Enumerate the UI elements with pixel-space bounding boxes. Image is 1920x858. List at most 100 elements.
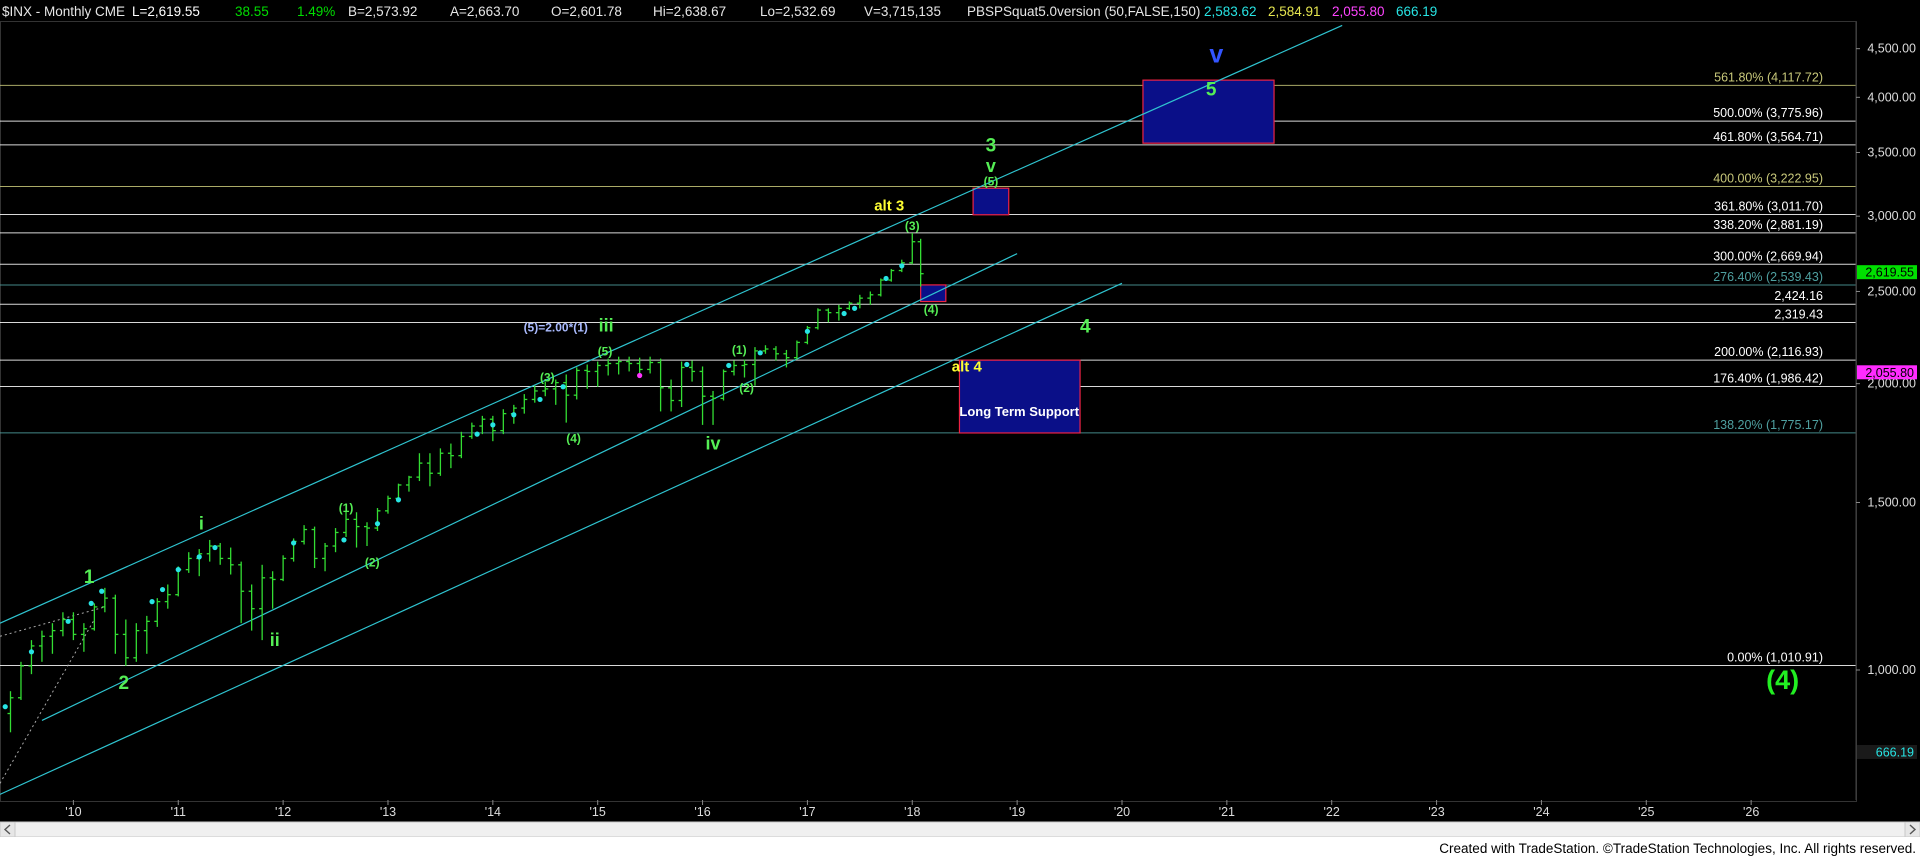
y-tick-label: 3,000.00 <box>1867 209 1916 223</box>
signal-dot <box>28 649 35 655</box>
price-tag: 2,619.55 <box>1857 265 1917 280</box>
header-ask: A=2,663.70 <box>450 4 519 19</box>
signal-dot <box>637 372 643 379</box>
fib-label: 2,424.16 <box>1774 289 1823 303</box>
x-tick-label: '19 <box>1009 805 1025 819</box>
header-change: 38.55 <box>235 4 269 19</box>
wave-label: (1) <box>732 343 747 357</box>
signal-dot <box>560 384 566 390</box>
header-high: Hi=2,638.67 <box>653 4 726 19</box>
fib-label: 300.00% (2,669.94) <box>1713 249 1823 263</box>
x-tick-label: '17 <box>799 805 815 819</box>
x-tick-label: '24 <box>1533 805 1549 819</box>
x-tick-label: '23 <box>1428 805 1444 819</box>
fib-label: 138.20% (1,775.17) <box>1713 418 1823 432</box>
header-symbol: $INX - Monthly CME <box>2 4 125 19</box>
signal-dot <box>490 422 496 428</box>
x-tick-label: '11 <box>171 805 186 819</box>
x-tick-label: '21 <box>1219 805 1235 819</box>
signal-dot <box>341 537 347 543</box>
price-tag-text: 666.19 <box>1876 745 1914 759</box>
scroll-right-button[interactable] <box>1904 821 1920 838</box>
wave-label: (2) <box>739 381 754 395</box>
target-box <box>972 187 1010 216</box>
x-tick-label: '15 <box>590 805 606 819</box>
x-tick-label: '22 <box>1324 805 1340 819</box>
y-tick-label: 1,500.00 <box>1867 495 1916 509</box>
header-low: Lo=2,532.69 <box>760 4 835 19</box>
x-tick-label: '10 <box>65 805 81 819</box>
y-tick-label: 4,500.00 <box>1867 42 1916 56</box>
x-tick-label: '12 <box>275 805 291 819</box>
signal-dot <box>395 497 402 503</box>
fib-label: 200.00% (2,116.93) <box>1714 345 1823 359</box>
wave-label: (1) <box>339 501 354 515</box>
x-tick-label: '13 <box>380 805 396 819</box>
signal-dot <box>374 521 381 527</box>
fib-label: 0.00% (1,010.91) <box>1727 651 1823 665</box>
wave-label: 4 <box>1080 316 1091 337</box>
x-tick-label: '14 <box>485 805 501 819</box>
wave-label: (4) <box>1766 665 1799 695</box>
signal-dot <box>851 305 858 311</box>
signal-dot <box>88 600 94 606</box>
wave-label: alt 4 <box>952 358 983 375</box>
wave-label: (4) <box>566 431 581 445</box>
price-tag: 666.19 <box>1857 744 1917 759</box>
header-volume: V=3,715,135 <box>864 4 941 19</box>
signal-dot <box>149 599 155 605</box>
header-bid: B=2,573.92 <box>348 4 417 19</box>
wave-label: (2) <box>365 555 380 569</box>
signal-dot <box>159 586 166 593</box>
header-ind-v3: 2,055.80 <box>1332 4 1385 19</box>
x-tick-label: '16 <box>694 805 710 819</box>
fib-label: 561.80% (4,117.72) <box>1714 70 1823 84</box>
price-tag-text: 2,619.55 <box>1865 266 1914 280</box>
signal-dot <box>511 412 517 418</box>
header-pct: 1.49% <box>297 4 335 19</box>
wave-label: alt 3 <box>874 198 904 215</box>
header-ind-v4: 666.19 <box>1396 4 1437 19</box>
wave-label: 2 <box>118 673 129 694</box>
header-ind-v2: 2,584.91 <box>1268 4 1321 19</box>
signal-dot <box>726 362 732 369</box>
fib-label: 2,319.43 <box>1774 307 1823 321</box>
x-tick-label: '25 <box>1638 805 1654 819</box>
wave-label: ii <box>270 630 280 650</box>
signal-dot <box>684 361 690 368</box>
box-label: Long Term Support <box>959 404 1079 419</box>
price-tag: 2,055.80 <box>1857 365 1917 380</box>
header-indicator: PBSPSquat5.0version (50,FALSE,150) <box>967 4 1200 19</box>
wave-label: (3) <box>540 371 555 385</box>
price-tag-text: 2,055.80 <box>1865 366 1914 380</box>
signal-dot <box>883 275 889 282</box>
wave-label: (5) <box>598 345 613 359</box>
fib-label: 400.00% (3,222.95) <box>1713 172 1823 186</box>
y-tick-label: 3,500.00 <box>1867 145 1916 159</box>
scrollbar-track[interactable] <box>0 821 1920 838</box>
signal-dot <box>175 567 181 573</box>
y-tick-label: 1,000.00 <box>1867 663 1916 677</box>
fib-label: 361.80% (3,011.70) <box>1714 200 1823 214</box>
x-tick-label: '20 <box>1114 805 1130 819</box>
header-open: O=2,601.78 <box>551 4 622 19</box>
horizontal-scrollbar[interactable] <box>0 821 1920 838</box>
fib-label: 276.40% (2,539.43) <box>1713 270 1823 284</box>
wave-label: (5)=2.00*(1) <box>524 320 588 334</box>
wave-label: 1 <box>84 567 95 588</box>
x-tick-label: '26 <box>1743 805 1759 819</box>
scroll-left-button[interactable] <box>0 821 16 838</box>
signal-dot <box>804 328 811 334</box>
wave-label: v <box>1209 41 1223 69</box>
y-tick-label: 2,500.00 <box>1867 284 1916 298</box>
y-tick-label: 4,000.00 <box>1867 90 1916 104</box>
wave-label: i <box>199 514 204 534</box>
signal-dot <box>2 704 8 710</box>
wave-label: (3) <box>905 219 920 233</box>
wave-label: 5 <box>1206 79 1217 100</box>
wave-label: v <box>986 156 996 176</box>
fib-label: 338.20% (2,881.19) <box>1713 218 1823 232</box>
signal-dot <box>99 588 105 594</box>
x-tick-label: '18 <box>904 805 920 819</box>
wave-label: (4) <box>924 303 939 317</box>
